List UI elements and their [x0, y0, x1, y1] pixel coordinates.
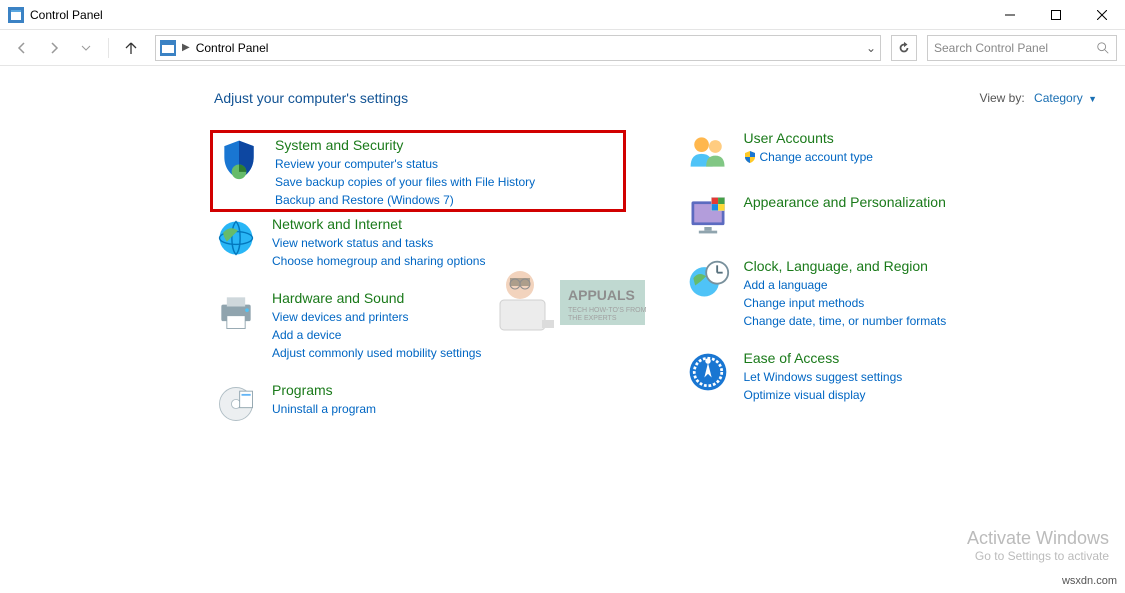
category-title[interactable]: Network and Internet: [272, 216, 485, 232]
category-title[interactable]: User Accounts: [744, 130, 873, 146]
category-columns: System and Security Review your computer…: [214, 130, 1097, 446]
ease-of-access-icon: [686, 350, 730, 394]
minimize-button[interactable]: [987, 0, 1033, 30]
left-column: System and Security Review your computer…: [214, 130, 626, 446]
content-header: Adjust your computer's settings View by:…: [214, 90, 1097, 106]
category-title[interactable]: System and Security: [275, 137, 535, 153]
category-link[interactable]: Change input methods: [744, 294, 947, 312]
view-by-control[interactable]: View by: Category ▼: [980, 91, 1097, 105]
view-by-value: Category: [1034, 91, 1083, 105]
navbar: ▶ Control Panel ⌄ Search Control Panel: [0, 30, 1125, 66]
source-watermark: wsxdn.com: [1060, 575, 1119, 587]
activate-line1: Activate Windows: [967, 528, 1109, 549]
category-programs: Programs Uninstall a program: [214, 382, 626, 426]
category-link[interactable]: Add a language: [744, 276, 947, 294]
clock-globe-icon: [686, 258, 730, 302]
category-ease-of-access: Ease of Access Let Windows suggest setti…: [686, 350, 1098, 404]
category-link[interactable]: Optimize visual display: [744, 386, 903, 404]
back-button[interactable]: [8, 34, 36, 62]
category-title[interactable]: Hardware and Sound: [272, 290, 481, 306]
printer-icon: [214, 290, 258, 334]
titlebar: Control Panel: [0, 0, 1125, 30]
activate-windows-watermark: Activate Windows Go to Settings to activ…: [967, 528, 1109, 563]
category-title[interactable]: Programs: [272, 382, 376, 398]
category-title[interactable]: Ease of Access: [744, 350, 903, 366]
control-panel-small-icon: [160, 40, 176, 56]
search-icon: [1096, 41, 1110, 55]
page-title: Adjust your computer's settings: [214, 90, 980, 106]
content-area: Adjust your computer's settings View by:…: [0, 66, 1125, 446]
category-link[interactable]: Change account type: [744, 148, 873, 166]
users-icon: [686, 130, 730, 174]
maximize-button[interactable]: [1033, 0, 1079, 30]
separator: [108, 38, 109, 58]
category-appearance: Appearance and Personalization: [686, 194, 1098, 238]
category-hardware-sound: Hardware and Sound View devices and prin…: [214, 290, 626, 362]
category-link[interactable]: View devices and printers: [272, 308, 481, 326]
category-title[interactable]: Appearance and Personalization: [744, 194, 946, 210]
category-clock-language-region: Clock, Language, and Region Add a langua…: [686, 258, 1098, 330]
category-link[interactable]: View network status and tasks: [272, 234, 485, 252]
disc-icon: [214, 382, 258, 426]
category-link[interactable]: Choose homegroup and sharing options: [272, 252, 485, 270]
globe-icon: [214, 216, 258, 260]
right-column: User Accounts Change account type Appear…: [686, 130, 1098, 446]
search-placeholder: Search Control Panel: [934, 41, 1096, 55]
category-link[interactable]: Uninstall a program: [272, 400, 376, 418]
uac-shield-icon: [744, 150, 756, 162]
category-link[interactable]: Save backup copies of your files with Fi…: [275, 173, 535, 191]
category-user-accounts: User Accounts Change account type: [686, 130, 1098, 174]
category-network-internet: Network and Internet View network status…: [214, 216, 626, 270]
category-link[interactable]: Add a device: [272, 326, 481, 344]
window-title: Control Panel: [30, 8, 987, 22]
category-link[interactable]: Adjust commonly used mobility settings: [272, 344, 481, 362]
breadcrumb-root[interactable]: Control Panel: [196, 41, 269, 55]
address-dropdown-icon[interactable]: ⌄: [866, 41, 876, 55]
category-link[interactable]: Change date, time, or number formats: [744, 312, 947, 330]
control-panel-icon: [8, 7, 24, 23]
up-button[interactable]: [117, 34, 145, 62]
search-input[interactable]: Search Control Panel: [927, 35, 1117, 61]
chevron-right-icon: ▶: [182, 42, 190, 53]
recent-dropdown[interactable]: [72, 34, 100, 62]
category-link[interactable]: Review your computer's status: [275, 155, 535, 173]
category-system-security: System and Security Review your computer…: [210, 130, 626, 212]
address-bar[interactable]: ▶ Control Panel ⌄: [155, 35, 881, 61]
chevron-down-icon: ▼: [1088, 94, 1097, 104]
view-by-label: View by:: [980, 91, 1025, 105]
monitor-icon: [686, 194, 730, 238]
close-button[interactable]: [1079, 0, 1125, 30]
category-link[interactable]: Backup and Restore (Windows 7): [275, 191, 535, 209]
refresh-button[interactable]: [891, 35, 917, 61]
category-link[interactable]: Let Windows suggest settings: [744, 368, 903, 386]
activate-line2: Go to Settings to activate: [967, 549, 1109, 563]
forward-button[interactable]: [40, 34, 68, 62]
shield-icon: [217, 137, 261, 181]
category-title[interactable]: Clock, Language, and Region: [744, 258, 947, 274]
